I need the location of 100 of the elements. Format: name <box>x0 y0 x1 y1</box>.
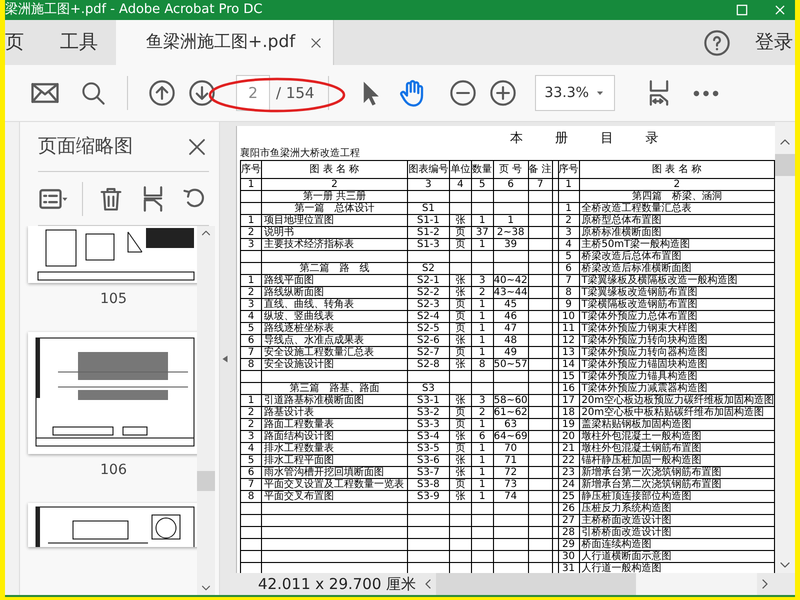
table-cell: 2 <box>240 418 262 430</box>
table-cell: 排水工程数量表 <box>262 442 408 454</box>
table-cell: 1 <box>493 214 528 226</box>
table-cell: 10 <box>558 310 579 322</box>
table-cell: 路面工程数量表 <box>262 418 408 430</box>
table-cell: 1 <box>471 310 494 322</box>
table-cell: 1 <box>558 178 579 190</box>
table-cell: S3-7 <box>407 466 450 478</box>
search-button[interactable] <box>80 80 107 106</box>
table-cell: 第三篇 路基、路面 <box>262 382 408 394</box>
table-cell: 3 <box>407 178 450 190</box>
page-thumbnail[interactable] <box>28 503 197 547</box>
table-cell: 3 <box>240 298 262 310</box>
table-cell: 4 <box>449 178 472 190</box>
table-cell: 6 <box>493 178 528 190</box>
page-number: 106 <box>100 461 127 480</box>
table-cell: 8 <box>471 358 494 370</box>
table-cell: 张 <box>449 430 472 442</box>
table-cell: 第四篇 桥梁、涵洞 <box>579 190 774 202</box>
zoom-in-button[interactable] <box>489 79 518 107</box>
table-cell: 原桥型总体布置图 <box>579 214 774 226</box>
table-cell: 桥面连续构造图 <box>579 538 774 550</box>
project-name: 襄阳市鱼梁洲大桥改造工程 <box>240 147 361 160</box>
table-cell: 安全设施设计图 <box>262 358 408 370</box>
table-cell: 张 <box>449 214 472 226</box>
table-cell: 30 <box>558 550 579 562</box>
table-cell: 2 <box>240 406 262 418</box>
table-cell: 张 <box>449 466 472 478</box>
table-cell: 2 <box>240 226 262 238</box>
table-cell: 全桥改造工程数量汇总表 <box>579 202 774 214</box>
table-cell: 1 <box>471 454 494 466</box>
table-cell: 桥梁改造后标准横断面图 <box>579 262 774 274</box>
table-cell: 5 <box>240 454 262 466</box>
table-cell: 64~69 <box>493 430 528 442</box>
table-cell: S1-1 <box>407 214 450 226</box>
table-cell: 3 <box>471 394 494 406</box>
table-cell: 1 <box>471 442 494 454</box>
table-cell: S1-2 <box>407 226 450 238</box>
table-cell: 第一册 共三册 <box>262 190 408 202</box>
table-cell: 张 <box>449 358 472 370</box>
table-cell: 43~44 <box>493 286 528 298</box>
scrollbar-thumb[interactable] <box>436 573 636 595</box>
table-cell: 纵坡、竖曲线表 <box>262 310 408 322</box>
table-cell: T梁体外预应力转向器构造图 <box>579 346 774 358</box>
table-cell: 页 <box>449 478 472 490</box>
table-cell: S3-6 <box>407 454 450 466</box>
table-cell: 路基设计表 <box>262 406 408 418</box>
table-cell: 数量 <box>471 160 494 178</box>
table-cell: 47 <box>493 322 528 334</box>
table-cell: S2-6 <box>407 334 450 346</box>
table-cell: 3 <box>558 226 579 238</box>
table-cell: S2-3 <box>407 298 450 310</box>
table-cell: 压桩反力系统构造图 <box>579 502 774 514</box>
table-cell: S3-1 <box>407 394 450 406</box>
table-cell: S3-3 <box>407 418 450 430</box>
table-cell: 2 <box>240 286 262 298</box>
table-cell: 7 <box>240 346 262 358</box>
tab[interactable]: 页 <box>5 20 42 65</box>
table-cell: S3-8 <box>407 478 450 490</box>
table-cell: 24 <box>558 478 579 490</box>
table-cell: 备 注 <box>528 160 552 178</box>
page-title: 本 册 目 录 <box>509 130 674 147</box>
table-cell: 序号 <box>240 160 262 178</box>
table-cell: 5 <box>558 250 579 262</box>
table-cell: 引桥桥面改造设计图 <box>579 526 774 538</box>
zoom-dropdown[interactable]: 33.3% <box>535 75 616 111</box>
table-cell: 页 <box>449 322 472 334</box>
table-cell: 28 <box>558 526 579 538</box>
tab[interactable]: 工具 <box>42 20 116 65</box>
page-thumbnail[interactable] <box>28 332 197 454</box>
table-cell: 页 <box>449 238 472 250</box>
page-size: 42.011 x 29.700 厘米 <box>257 574 418 595</box>
zoom-out-button[interactable] <box>449 79 478 107</box>
zoom-in-icon <box>489 79 518 107</box>
table-cell: S2-2 <box>407 286 450 298</box>
scrollbar-thumb[interactable] <box>197 471 215 491</box>
table-cell: 7 <box>240 478 262 490</box>
table-cell: 张 <box>449 334 472 346</box>
next-page-button[interactable] <box>188 79 216 107</box>
tab[interactable]: 鱼梁洲施工图+.pdf <box>116 20 334 65</box>
table-cell: 原桥标准横断面图 <box>579 226 774 238</box>
table-cell: 23 <box>558 466 579 478</box>
table-cell: 48 <box>493 334 528 346</box>
table-cell: 1 <box>471 298 494 310</box>
table-cell: 2 <box>262 178 408 190</box>
table-cell: 第二篇 路 线 <box>262 262 408 274</box>
panel-title: 页面缩略图 <box>38 134 133 160</box>
table-cell: 页 号 <box>493 160 528 178</box>
table-cell: T梁体外预应力总体布置图 <box>579 310 774 322</box>
scrollbar-thumb[interactable] <box>775 154 795 176</box>
sign-in-button[interactable]: 登录 <box>755 20 795 65</box>
table-cell: 引道路基标准横断面图 <box>262 394 408 406</box>
table-cell: 12 <box>558 334 579 346</box>
more-button[interactable] <box>693 90 720 96</box>
previous-page-button[interactable] <box>148 79 176 107</box>
page-thumbnail[interactable] <box>28 226 197 283</box>
table-cell: 1 <box>471 214 494 226</box>
table-cell: 张 <box>449 394 472 406</box>
table-cell: S3 <box>407 382 450 394</box>
table-cell: 雨水管沟槽开挖回填断面图 <box>262 466 408 478</box>
